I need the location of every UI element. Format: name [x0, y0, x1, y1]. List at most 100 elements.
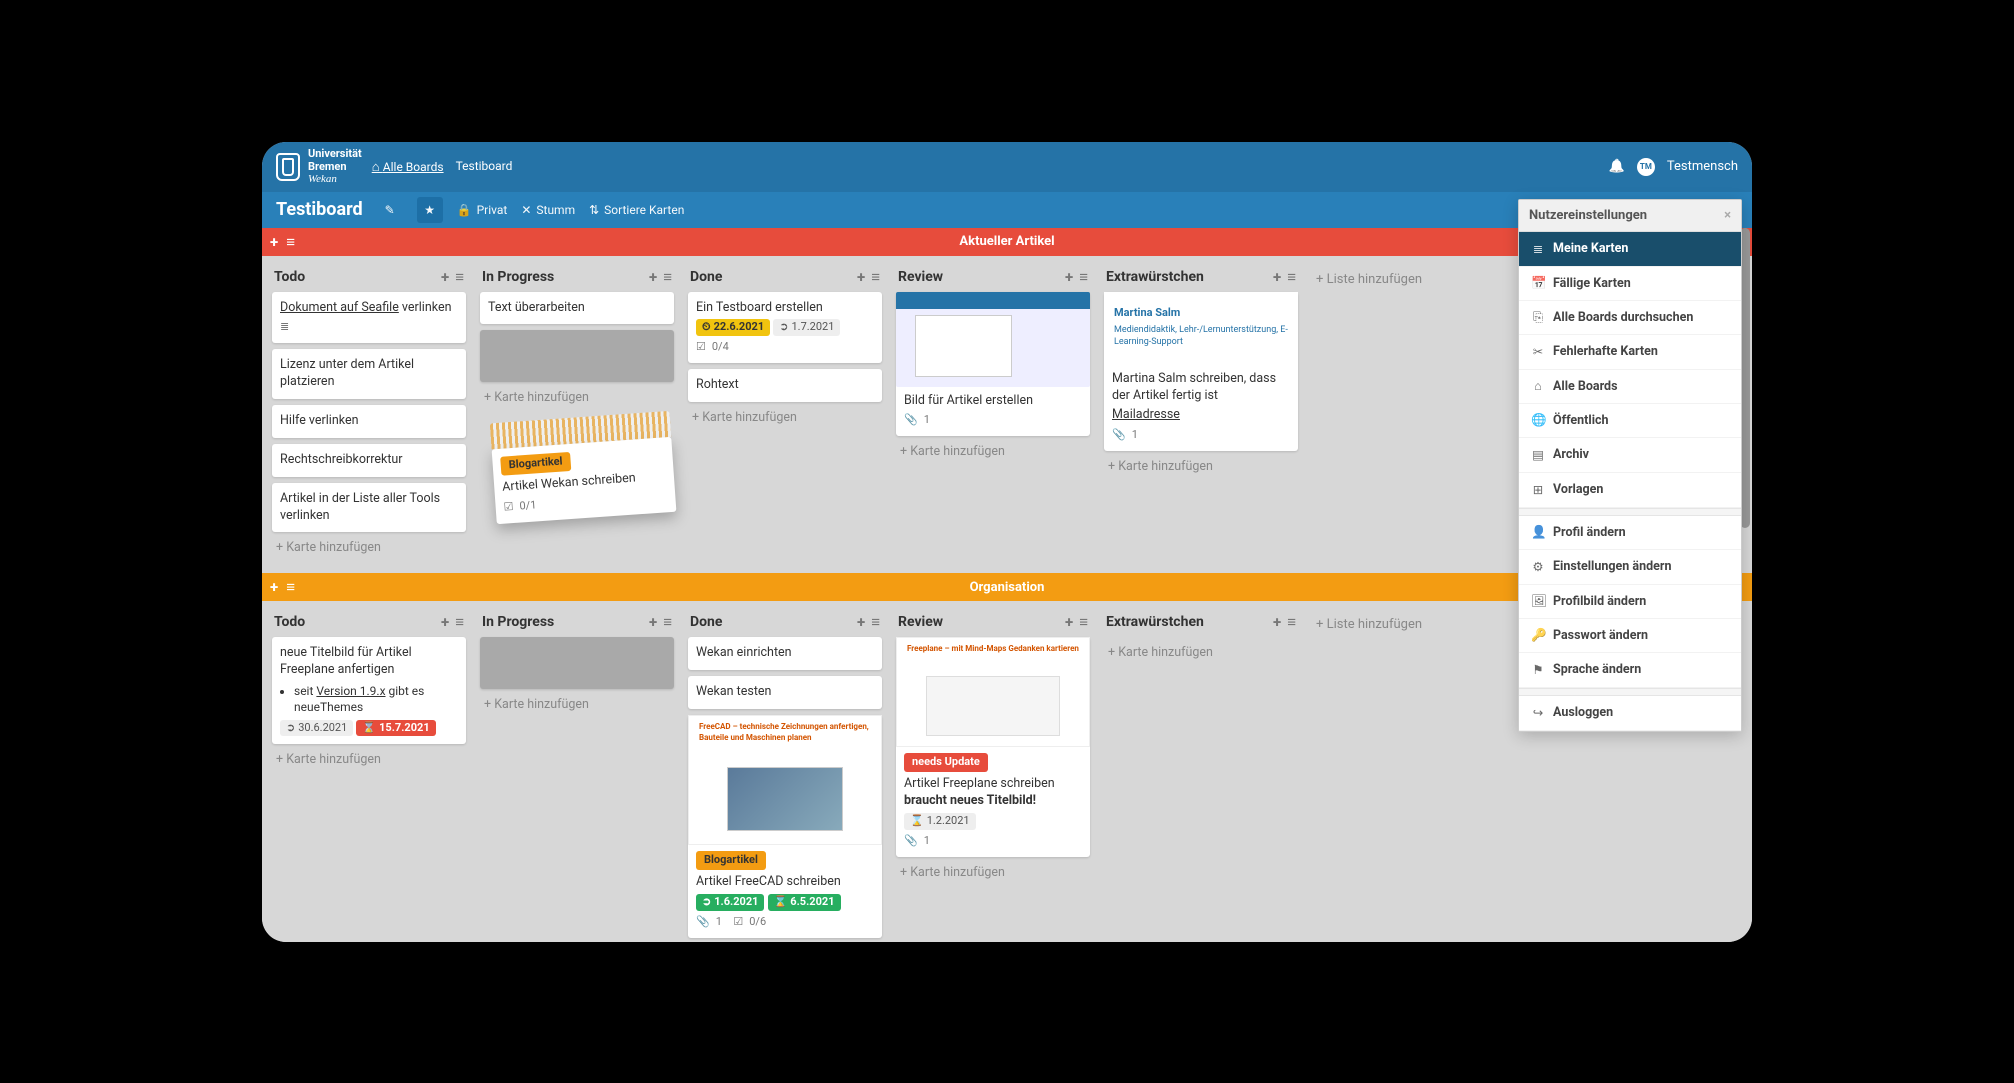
card[interactable]: Wekan einrichten [688, 637, 882, 670]
list-menu-icon[interactable]: ≡ [663, 613, 672, 631]
list-extra: Extrawürstchen+≡ Martina Salm Mediendida… [1100, 262, 1302, 483]
add-card-button[interactable]: Karte hinzufügen [892, 857, 1094, 888]
list-menu-icon[interactable]: ≡ [663, 268, 672, 286]
list-menu-icon[interactable]: ≡ [455, 613, 464, 631]
card[interactable]: Dokument auf Seafile verlinken≣ [272, 292, 466, 344]
card-title: Bild für Artikel erstellen [904, 393, 1082, 410]
separator [1519, 688, 1741, 696]
swimlane-menu-icon[interactable]: ≡ [286, 233, 295, 251]
list-title: Extrawürstchen [1106, 614, 1204, 630]
add-card-button[interactable]: Karte hinzufügen [268, 532, 470, 563]
card-bullet: seit Version 1.9.x gibt es neueThemes [294, 683, 458, 715]
add-card-icon[interactable]: + [649, 268, 657, 286]
card[interactable]: Artikel in der Liste aller Tools verlink… [272, 483, 466, 533]
list-review: Review+≡ Bild für Artikel erstellen 📎 1 … [892, 262, 1094, 468]
card[interactable]: Ein Testboard erstellen ⏲ 22.6.2021 ➲ 1.… [688, 292, 882, 364]
add-card-icon[interactable]: + [857, 613, 865, 631]
breadcrumb-current: Testiboard [456, 159, 513, 175]
sidebar-item[interactable]: ≣Meine Karten [1519, 232, 1741, 267]
menu-icon: ⚙ [1531, 559, 1545, 575]
sort-button[interactable]: ⇅ Sortiere Karten [589, 203, 684, 217]
add-card-icon[interactable]: + [1273, 268, 1281, 286]
list-menu-icon[interactable]: ≡ [1287, 268, 1296, 286]
add-card-button[interactable]: Karte hinzufügen [684, 402, 886, 433]
uni-name-1: Universität [308, 148, 362, 160]
sidebar-item[interactable]: ↪Ausloggen [1519, 696, 1741, 731]
checklist-count: 0/1 [519, 498, 537, 514]
list-menu-icon[interactable]: ≡ [1079, 268, 1088, 286]
logo: Universität Bremen Wekan [276, 148, 362, 184]
menu-icon: 🌐 [1531, 413, 1545, 428]
sidebar-item[interactable]: ⎘Alle Boards durchsuchen [1519, 301, 1741, 335]
sidebar-item[interactable]: 📅Fällige Karten [1519, 267, 1741, 301]
sidebar-item[interactable]: ⚙Einstellungen ändern [1519, 550, 1741, 585]
username[interactable]: Testmensch [1667, 159, 1738, 174]
add-card-icon[interactable]: + [1065, 613, 1073, 631]
uni-name-2: Bremen [308, 161, 362, 173]
add-card-icon[interactable]: + [1273, 613, 1281, 631]
card[interactable]: Wekan testen [688, 676, 882, 709]
card[interactable]: Bild für Artikel erstellen 📎 1 [896, 292, 1090, 437]
start-date-badge: ⏲ 22.6.2021 [696, 319, 770, 336]
add-card-icon[interactable]: + [649, 613, 657, 631]
due-date-badge: ⌛ 6.5.2021 [768, 894, 841, 911]
add-card-icon[interactable]: + [441, 613, 449, 631]
separator [1519, 508, 1741, 516]
breadcrumb-all-boards[interactable]: Alle Boards [372, 159, 444, 175]
close-icon[interactable]: × [1724, 208, 1731, 223]
list-done: Done+≡ Wekan einrichten Wekan testen Blo… [684, 607, 886, 941]
card-label: Blogartikel [696, 851, 766, 870]
add-card-button[interactable]: Karte hinzufügen [476, 689, 678, 720]
card[interactable]: Rechtschreibkorrektur [272, 444, 466, 477]
avatar[interactable]: TM [1637, 158, 1655, 176]
card[interactable]: Martina Salm Mediendidaktik, Lehr-/Lernu… [1104, 292, 1298, 452]
sidebar-item[interactable]: 🖼Profilbild ändern [1519, 585, 1741, 619]
mute-button[interactable]: ✕ Stumm [521, 203, 575, 217]
swimlane-menu-icon[interactable]: ≡ [286, 578, 295, 596]
add-list-button[interactable]: Liste hinzufügen [1308, 607, 1430, 642]
add-swimlane-icon[interactable]: + [270, 578, 278, 596]
card-title: Martina Salm schreiben, dass der Artikel… [1112, 371, 1290, 405]
add-card-button[interactable]: Karte hinzufügen [892, 436, 1094, 467]
sidebar-item[interactable]: 🌐Öffentlich [1519, 404, 1741, 438]
card[interactable]: Rohtext [688, 369, 882, 402]
card-placeholder [480, 330, 674, 382]
list-menu-icon[interactable]: ≡ [871, 268, 880, 286]
edit-icon[interactable]: ✎ [377, 197, 403, 223]
card-label: needs Update [904, 753, 988, 772]
sidebar-item[interactable]: ⊞Vorlagen [1519, 473, 1741, 508]
add-card-icon[interactable]: + [1065, 268, 1073, 286]
attachment-count: 1 [1132, 428, 1138, 443]
card[interactable]: Blogartikel Artikel FreeCAD schreiben ➲ … [688, 715, 882, 937]
card[interactable]: Text überarbeiten [480, 292, 674, 325]
card-link[interactable]: Mailadresse [1112, 407, 1290, 424]
card-dragging[interactable]: Blogartikel Artikel Wekan schreiben ☑ 0/… [492, 437, 677, 524]
menu-icon: 🔑 [1531, 628, 1545, 643]
sidebar-item[interactable]: ✂Fehlerhafte Karten [1519, 335, 1741, 370]
list-menu-icon[interactable]: ≡ [455, 268, 464, 286]
add-card-button[interactable]: Karte hinzufügen [1100, 451, 1302, 482]
sidebar-item[interactable]: 👤Profil ändern [1519, 516, 1741, 550]
card[interactable]: needs Update Artikel Freeplane schreiben… [896, 637, 1090, 856]
star-icon[interactable]: ★ [417, 197, 443, 223]
privacy-button[interactable]: 🔒 Privat [457, 203, 508, 217]
add-list-button[interactable]: Liste hinzufügen [1308, 262, 1430, 297]
card[interactable]: Lizenz unter dem Artikel platzieren [272, 349, 466, 399]
list-menu-icon[interactable]: ≡ [871, 613, 880, 631]
add-card-button[interactable]: Karte hinzufügen [1100, 637, 1302, 668]
add-card-icon[interactable]: + [441, 268, 449, 286]
add-card-button[interactable]: Karte hinzufügen [268, 744, 470, 775]
sidebar-item[interactable]: 🔑Passwort ändern [1519, 619, 1741, 653]
sidebar-item[interactable]: ⌂Alle Boards [1519, 370, 1741, 404]
card-title: Artikel FreeCAD schreiben [696, 874, 874, 891]
card[interactable]: Hilfe verlinken [272, 405, 466, 438]
sidebar-item[interactable]: ▤Archiv [1519, 438, 1741, 473]
add-card-icon[interactable]: + [857, 268, 865, 286]
bell-icon[interactable] [1609, 159, 1625, 174]
sidebar-item[interactable]: ⚑Sprache ändern [1519, 653, 1741, 688]
add-card-button[interactable]: Karte hinzufügen [476, 382, 678, 413]
list-menu-icon[interactable]: ≡ [1287, 613, 1296, 631]
card[interactable]: neue Titelbild für Artikel Freeplane anf… [272, 637, 466, 744]
list-menu-icon[interactable]: ≡ [1079, 613, 1088, 631]
add-swimlane-icon[interactable]: + [270, 233, 278, 251]
